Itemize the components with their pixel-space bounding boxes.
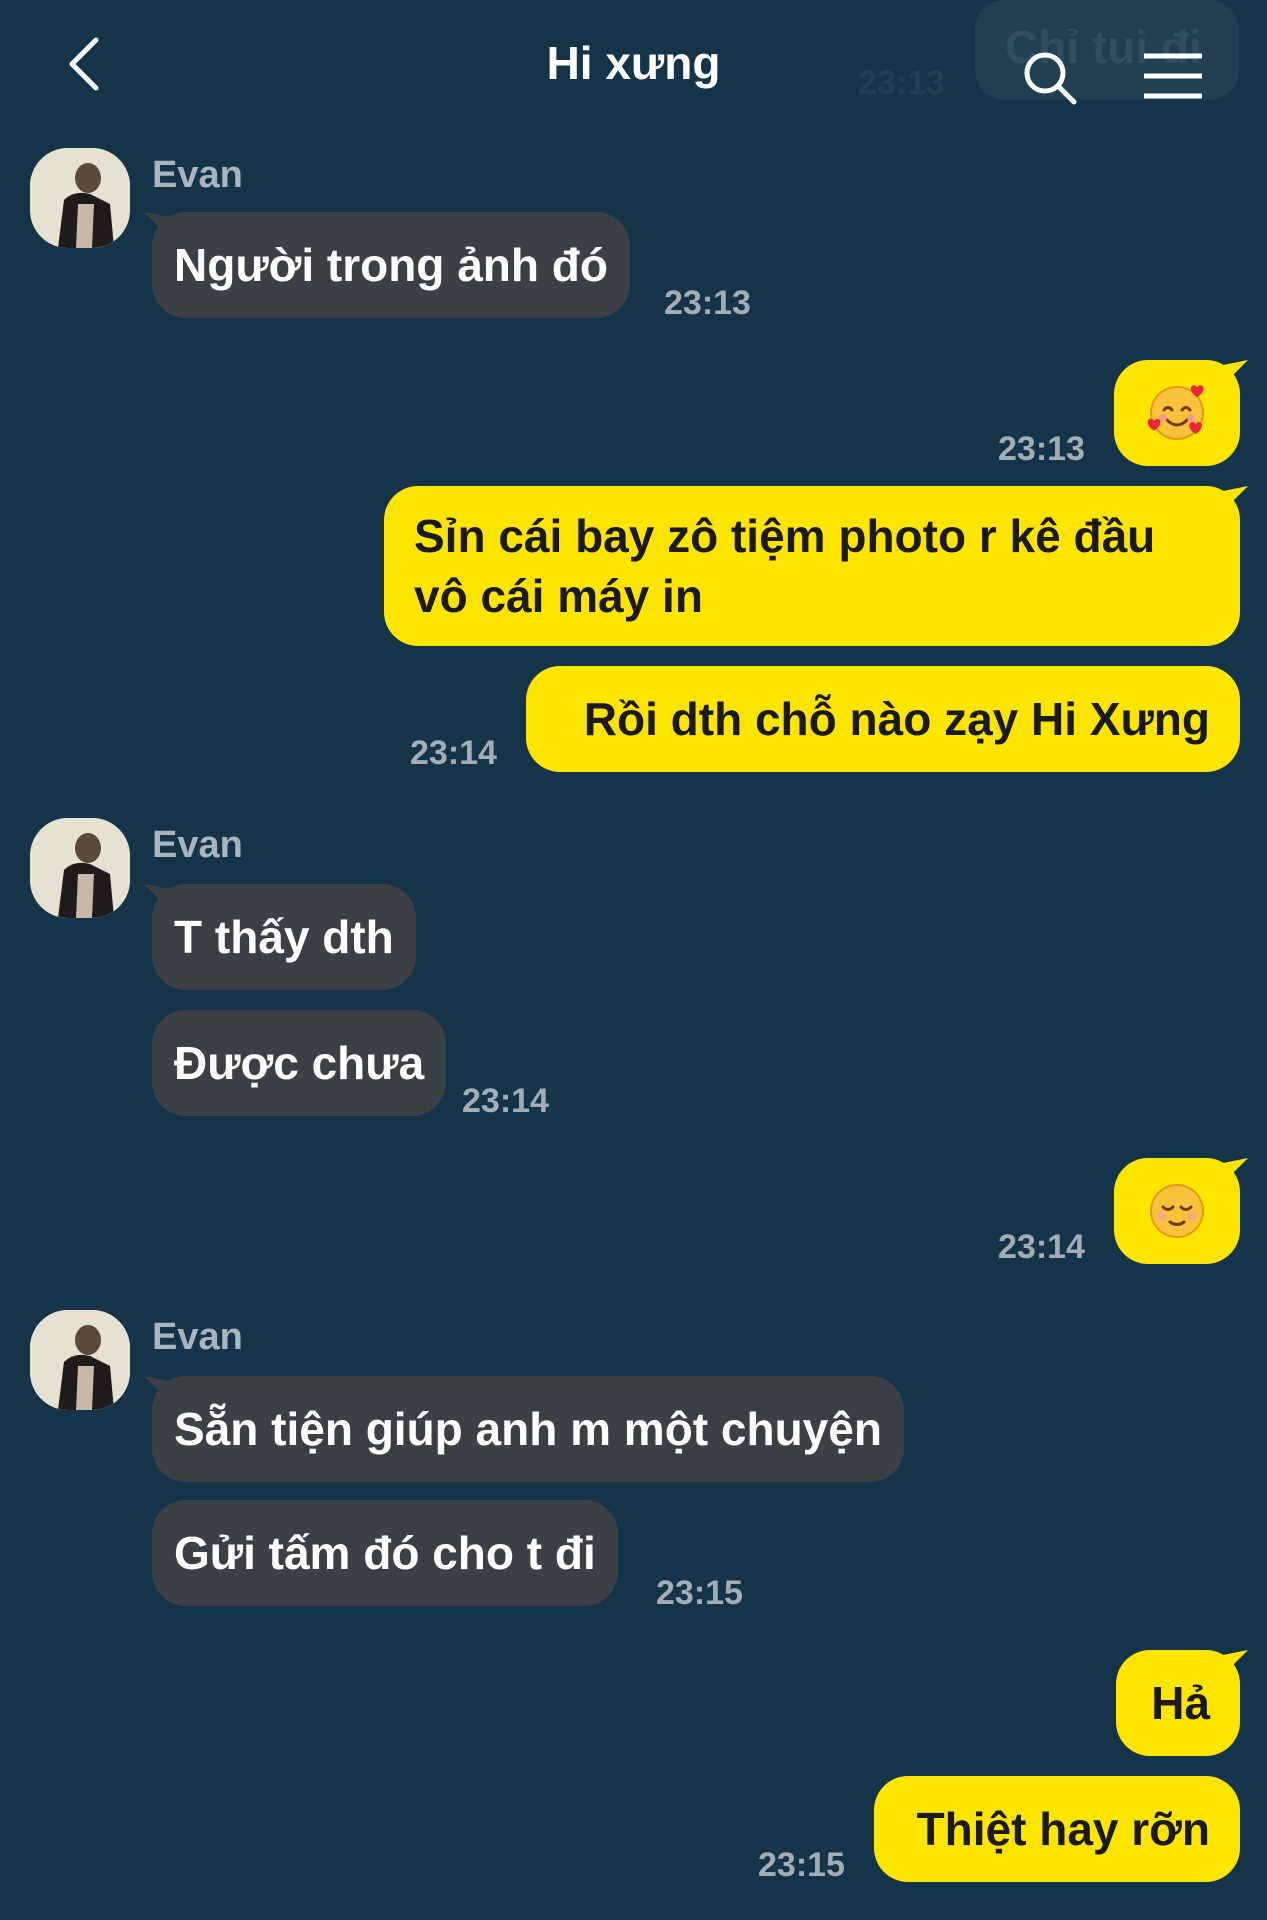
message-bubble[interactable]: T thấy dth bbox=[152, 884, 416, 990]
message-bubble[interactable]: Người trong ảnh đó bbox=[152, 212, 630, 318]
message-text: Sẵn tiện giúp anh m một chuyện bbox=[174, 1403, 882, 1455]
message-bubble[interactable]: Hả bbox=[1116, 1650, 1240, 1756]
message-text: Gửi tấm đó cho t đi bbox=[174, 1527, 596, 1579]
message-bubble[interactable]: Sỉn cái bay zô tiệm photo r kê đầu vô cá… bbox=[384, 486, 1240, 646]
message-bubble[interactable]: Gửi tấm đó cho t đi bbox=[152, 1500, 618, 1606]
timestamp: 23:14 bbox=[410, 734, 497, 772]
message-text: Rồi dth chỗ nào zạy Hi Xưng bbox=[583, 693, 1210, 745]
message-bubble[interactable]: Rồi dth chỗ nào zạy Hi Xưng bbox=[526, 666, 1240, 772]
timestamp: 23:14 bbox=[462, 1082, 549, 1120]
search-icon[interactable] bbox=[1022, 50, 1078, 106]
timestamp: 23:15 bbox=[656, 1574, 743, 1612]
message-bubble[interactable]: Được chưa bbox=[152, 1010, 447, 1116]
emoji-bubble[interactable] bbox=[1114, 1158, 1240, 1264]
avatar[interactable] bbox=[30, 818, 130, 918]
chat-header: Chỉ tui đi 23:13 Hi xưng bbox=[0, 0, 1267, 130]
message-text: Sỉn cái bay zô tiệm photo r kê đầu vô cá… bbox=[414, 510, 1156, 622]
timestamp: 23:13 bbox=[664, 284, 751, 322]
sender-name: Evan bbox=[152, 1316, 243, 1358]
message-text: Được chưa bbox=[174, 1037, 425, 1089]
message-bubble[interactable]: Thiệt hay rỡn bbox=[874, 1776, 1240, 1882]
timestamp: 23:13 bbox=[998, 430, 1085, 468]
avatar[interactable] bbox=[30, 148, 130, 248]
smiling-face-with-hearts-icon bbox=[1147, 385, 1204, 440]
menu-icon[interactable] bbox=[1142, 52, 1204, 100]
message-text: Người trong ảnh đó bbox=[174, 239, 608, 291]
message-text: Thiệt hay rỡn bbox=[916, 1803, 1210, 1855]
sender-name: Evan bbox=[152, 824, 243, 866]
message-text: T thấy dth bbox=[174, 911, 394, 963]
timestamp: 23:14 bbox=[998, 1228, 1085, 1266]
sender-name: Evan bbox=[152, 154, 243, 196]
avatar[interactable] bbox=[30, 1310, 130, 1410]
timestamp: 23:15 bbox=[758, 1846, 845, 1884]
message-bubble[interactable]: Sẵn tiện giúp anh m một chuyện bbox=[152, 1376, 904, 1482]
emoji-bubble[interactable] bbox=[1114, 360, 1240, 466]
relieved-face-icon bbox=[1150, 1184, 1204, 1238]
message-text: Hả bbox=[1151, 1677, 1210, 1729]
